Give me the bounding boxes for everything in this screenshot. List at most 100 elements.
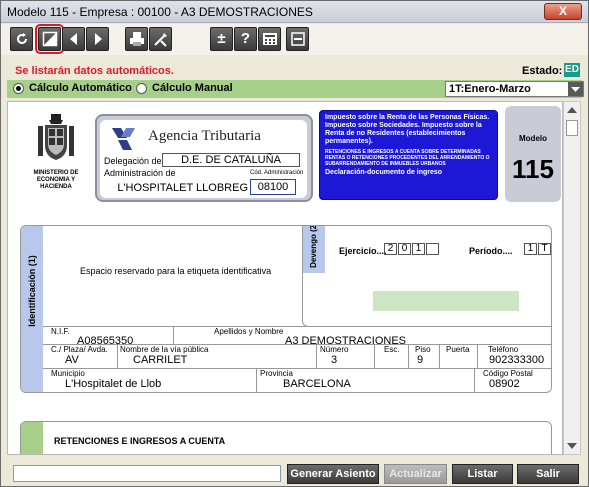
periodo-digit: T [538,243,551,255]
devengo-label: Devengo (2) [309,225,318,268]
help-button[interactable]: ? [234,27,257,51]
municipio-label: Municipio [51,369,85,378]
title-bar: Modelo 115 - Empresa : 00100 - A3 DEMOST… [1,1,588,23]
minimize-icon [291,32,305,46]
apellidos-label: Apellidos y Nombre [214,327,284,336]
estado-label: Estado: [522,65,563,77]
cod-administracion-label: Cód. Administración [250,170,304,176]
calc-mode-bar: Cálculo Automático Cálculo Manual 1T:Ene… [7,80,584,98]
modelo-box: Modelo 115 [505,106,561,202]
listar-button[interactable]: Listar [452,464,513,484]
numero-label: Número [320,345,349,354]
refresh-icon [17,33,27,44]
period-dropdown[interactable]: 1T:Enero-Marzo [445,81,584,97]
devengo-section: Devengo (2) Ejercicio.... 2 0 1 Período.… [302,225,551,327]
calculator-button[interactable] [258,27,281,51]
ejercicio-digit: 2 [384,243,397,255]
prev-icon [70,33,77,45]
declaracion-text: Declaración-documento de ingreso [325,169,443,176]
auto-calc-radio[interactable] [13,83,24,94]
impuesto-text: Impuesto sobre la Renta de las Personas … [325,114,490,145]
next-button[interactable] [86,27,109,51]
administracion-field[interactable]: L'HOSPITALET LLOBREG [104,182,248,195]
puerta-label: Puerta [446,345,470,354]
ejercicio-digit [426,243,439,255]
etiqueta-area: Espacio reservado para la etiqueta ident… [80,266,272,276]
delegacion-label: Delegación de [104,156,162,166]
devengo-green-field[interactable] [373,291,519,311]
calculator-icon [263,33,277,45]
chevron-down-icon[interactable] [568,82,583,96]
bottom-bar: Generar Asiento Actualizar Listar Salir [1,460,588,486]
escalera-label: Esc. [384,345,400,354]
provincia-field[interactable]: BARCELONA [283,378,351,390]
print-icon [130,32,144,46]
telefono-label: Teléfono [488,345,519,354]
ministerio-block: MINISTERIO DE ECONOMIA Y HACIENDA [30,112,82,191]
wizard-button[interactable] [149,27,172,51]
nif-label: N.I.F. [51,327,70,336]
municipio-field[interactable]: L'Hospitalet de Llob [65,378,161,390]
coat-of-arms-icon [38,114,74,160]
previous-button[interactable] [62,27,85,51]
print-button[interactable] [125,27,148,51]
vertical-scrollbar[interactable] [563,101,581,455]
plus-minus-button[interactable]: ± [210,27,233,51]
retenciones-title: RETENCIONES E INGRESOS A CUENTA [54,436,226,446]
ejercicio-label: Ejercicio.... [339,246,387,256]
administracion-label: Administración de [104,168,176,178]
piso-field[interactable]: 9 [417,354,423,366]
minimize-button[interactable] [286,27,309,51]
periodo-digit: 1 [524,243,537,255]
piso-label: Piso [415,345,431,354]
numero-field[interactable]: 3 [331,354,337,366]
identificacion-section: Identificación (1) Espacio reservado par… [20,225,552,393]
refresh-button[interactable] [10,27,33,51]
codigo-postal-label: Código Postal [483,369,533,378]
retenciones-section: RETENCIONES E INGRESOS A CUENTA [20,421,552,454]
scroll-down-icon[interactable] [567,443,577,449]
agencia-tributaria-box: Agencia Tributaria Delegación de D.E. DE… [95,114,313,202]
bottom-text-input[interactable] [13,465,281,482]
ministerio-text: MINISTERIO DE ECONOMIA Y HACIENDA [33,170,79,190]
calle-field[interactable]: CARRILET [133,354,187,366]
modelo-115-window: Modelo 115 - Empresa : 00100 - A3 DEMOST… [0,0,589,487]
form-canvas: MINISTERIO DE ECONOMIA Y HACIENDA Agenci… [7,101,563,455]
cod-administracion-field[interactable]: 08100 [250,179,296,195]
manual-calc-radio[interactable] [136,83,147,94]
modelo-label: Modelo [519,134,547,143]
ejercicio-digit: 1 [412,243,425,255]
generar-asiento-button[interactable]: Generar Asiento [287,464,379,484]
impuesto-description-box: Impuesto sobre la Renta de las Personas … [319,110,498,200]
close-button[interactable]: X [544,3,582,20]
agencia-name: Agencia Tributaria [148,128,261,144]
scroll-thumb[interactable] [566,120,578,136]
window-title: Modelo 115 - Empresa : 00100 - A3 DEMOST… [7,5,313,19]
salir-button[interactable]: Salir [517,464,579,484]
ejercicio-digit: 0 [398,243,411,255]
auto-data-notice: Se listarán datos automáticos. [15,65,174,77]
scroll-up-icon[interactable] [567,107,577,113]
retenciones-description: RETENCIONES E INGRESOS A CUENTA SOBRE DE… [325,149,490,167]
auto-calc-label: Cálculo Automático [29,82,132,94]
provincia-label: Provincia [260,369,293,378]
codigo-postal-field[interactable]: 08902 [489,378,520,390]
next-icon [95,33,102,45]
telefono-field[interactable]: 902333300 [489,354,544,366]
toggle-button[interactable] [35,24,64,54]
via-field[interactable]: AV [65,354,79,366]
calle-label: Nombre de la vía pública [120,345,209,354]
ejercicio-field[interactable]: 2 0 1 [383,243,439,255]
toolbar: ± ? [1,24,588,55]
identificacion-label: Identificación (1) [27,255,37,327]
agencia-logo-icon [112,128,135,150]
periodo-label: Período.... [469,246,513,256]
actualizar-button[interactable]: Actualizar [384,464,447,484]
period-selected-value: 1T:Enero-Marzo [449,83,531,95]
periodo-field[interactable]: 1 T [523,243,551,255]
toggle-icon [42,31,58,47]
modelo-number: 115 [512,154,554,184]
manual-calc-label: Cálculo Manual [152,82,233,94]
delegacion-field[interactable]: D.E. DE CATALUÑA [162,153,300,167]
wizard-icon [154,33,167,47]
